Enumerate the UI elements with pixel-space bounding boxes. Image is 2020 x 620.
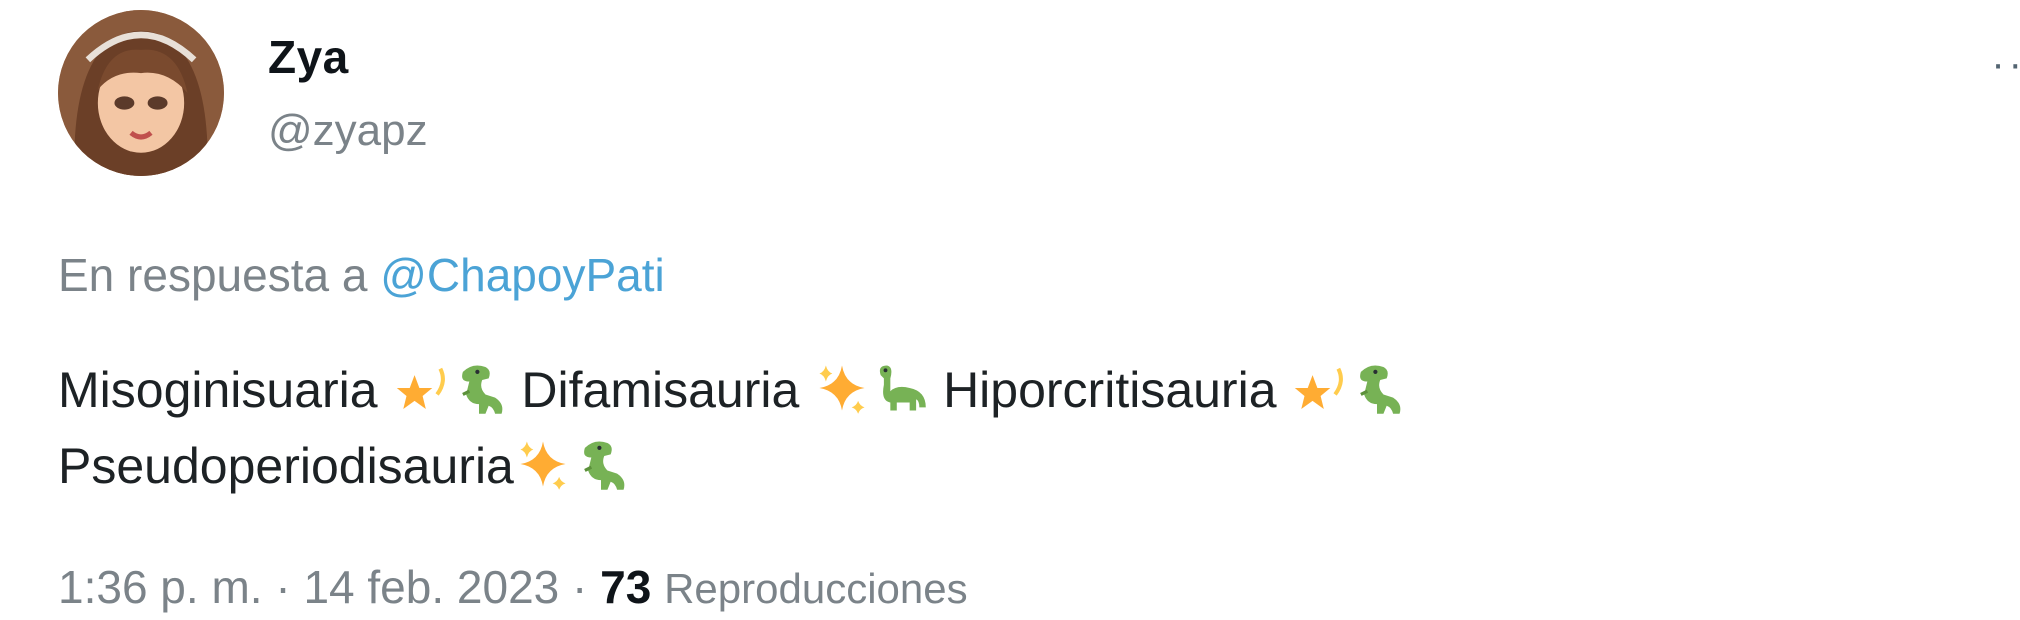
tweet-word: Difamisauria [521, 362, 800, 418]
sparkles-icon [514, 435, 572, 493]
tweet-word: Hiporcritisauria [943, 362, 1277, 418]
t-rex-icon [450, 359, 508, 417]
meta-separator: · [572, 561, 588, 613]
views-count: 73 [600, 561, 652, 613]
t-rex-icon [572, 435, 630, 493]
meta-separator: · [275, 561, 291, 613]
more-horizontal-icon[interactable]: ·· [1991, 42, 2020, 87]
views-label: Reproducciones [664, 565, 968, 612]
tweet-text: Misoginisuaria Difamisauria Hiporcritisa… [58, 352, 1958, 504]
tweet-time[interactable]: 1:36 p. m. [58, 561, 263, 613]
reply-context: En respuesta a @ChapoyPati [58, 248, 665, 302]
t-rex-icon [1348, 359, 1406, 417]
sauropod-icon [871, 359, 929, 417]
reply-prefix: En respuesta a [58, 249, 368, 301]
tweet-metadata: 1:36 p. m. · 14 feb. 2023 · 73 Reproducc… [58, 560, 968, 614]
avatar-image [58, 10, 224, 176]
reply-mention-link[interactable]: @ChapoyPati [380, 249, 665, 301]
tweet-word: Misoginisuaria [58, 362, 378, 418]
tweet-date[interactable]: 14 feb. 2023 [303, 561, 559, 613]
tweet-word: Pseudoperiodisauria [58, 438, 514, 494]
tweet-card: Zya @zyapz ·· En respuesta a @ChapoyPati… [0, 0, 2020, 620]
user-handle[interactable]: @zyapz [268, 106, 428, 156]
sparkles-icon [813, 359, 871, 417]
dizzy-star-icon [392, 359, 450, 417]
display-name[interactable]: Zya [268, 30, 349, 84]
avatar[interactable] [58, 10, 224, 176]
dizzy-star-icon [1290, 359, 1348, 417]
